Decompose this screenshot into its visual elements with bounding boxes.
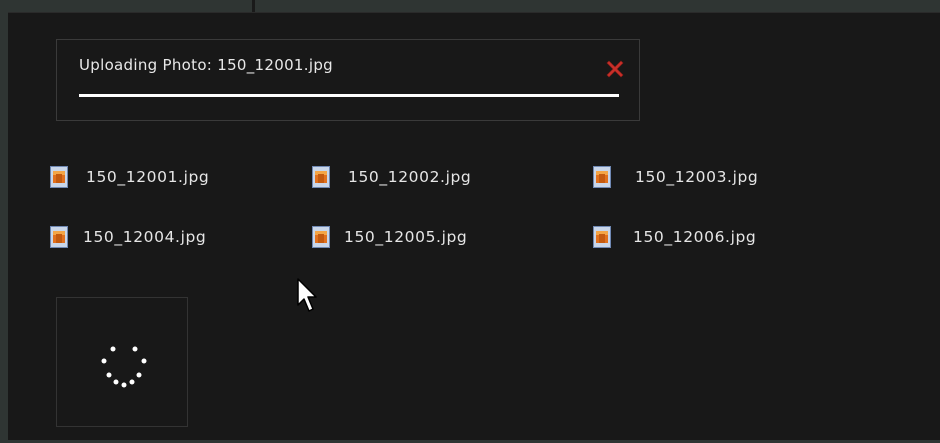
file-name: 150_12003.jpg xyxy=(635,168,759,186)
file-item[interactable]: 150_12004.jpg xyxy=(50,225,206,249)
mouse-pointer-icon xyxy=(297,278,317,312)
file-item[interactable]: 150_12005.jpg xyxy=(312,225,467,249)
close-upload-button[interactable] xyxy=(603,57,627,81)
upload-status-title: Uploading Photo: 150_12001.jpg xyxy=(79,56,333,74)
file-item[interactable]: 150_12006.jpg xyxy=(593,225,756,249)
image-file-icon xyxy=(312,166,330,188)
upload-status-box: Uploading Photo: 150_12001.jpg xyxy=(56,39,640,121)
loading-spinner-icon xyxy=(101,346,147,388)
image-file-icon xyxy=(50,166,68,188)
upload-progress-fill xyxy=(79,94,619,97)
file-item[interactable]: 150_12002.jpg xyxy=(312,165,471,189)
file-name: 150_12001.jpg xyxy=(86,168,210,186)
image-file-icon xyxy=(593,166,611,188)
file-name: 150_12005.jpg xyxy=(344,228,468,246)
file-name: 150_12004.jpg xyxy=(83,228,207,246)
image-file-icon xyxy=(312,226,330,248)
window-frame: Uploading Photo: 150_12001.jpg 150_12001… xyxy=(0,0,940,443)
upload-panel: Uploading Photo: 150_12001.jpg 150_12001… xyxy=(8,12,940,440)
image-file-icon xyxy=(593,226,611,248)
upload-progress-bar xyxy=(79,94,619,97)
close-icon xyxy=(606,60,624,78)
image-file-icon xyxy=(50,226,68,248)
file-item[interactable]: 150_12003.jpg xyxy=(593,165,758,189)
file-item[interactable]: 150_12001.jpg xyxy=(50,165,209,189)
top-connector xyxy=(252,0,255,12)
file-name: 150_12006.jpg xyxy=(633,228,757,246)
thumbnail-placeholder xyxy=(56,297,188,427)
file-name: 150_12002.jpg xyxy=(348,168,472,186)
